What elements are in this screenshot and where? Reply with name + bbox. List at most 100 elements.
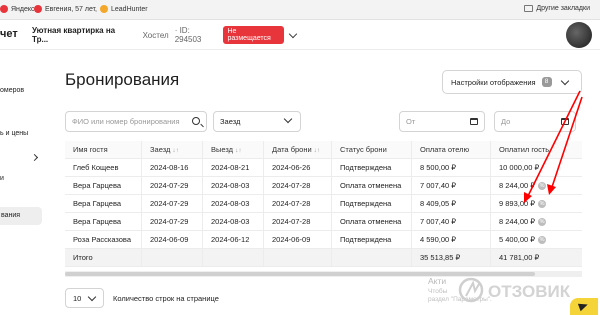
settings-count-badge: 8 (541, 77, 552, 87)
chevron-down-icon (560, 76, 569, 85)
column-header-label: Имя гостя (73, 145, 108, 154)
send-icon (577, 300, 590, 312)
date-type-select[interactable]: Заезд (213, 111, 301, 132)
percent-icon[interactable]: % (538, 182, 547, 191)
sort-icon[interactable]: ↓↑ (314, 147, 321, 154)
chevron-down-icon (88, 292, 97, 301)
column-header-checkin[interactable]: Заезд ↓↑ (142, 141, 203, 159)
bookmark-label: Евгения, 57 лет, (45, 5, 97, 13)
cell-booking-date: 2024-07-28 (264, 195, 332, 213)
date-from-placeholder: От (406, 117, 416, 126)
column-header-label: Заезд (150, 145, 171, 154)
leadhunter-icon (100, 5, 108, 13)
column-header-label: Оплата отелю (420, 145, 470, 154)
bookmark-profile[interactable]: Евгения, 57 лет, (34, 5, 97, 13)
rows-per-page-label: Количество строк на странице (113, 294, 219, 303)
app-header: чет Уютная квартирка на Тр... Хостел · I… (0, 20, 600, 50)
property-type: Хостел (142, 30, 169, 40)
column-header-checkout[interactable]: Выезд ↓↑ (203, 141, 264, 159)
cell-guest-payment: 9 893,00 ₽% (491, 195, 582, 213)
bookmark-leadhunter[interactable]: LeadHunter (100, 5, 148, 13)
otzovik-logo: ОТЗОВИК (458, 277, 571, 303)
calendar-icon[interactable] (470, 118, 478, 125)
column-header-label: Дата брони (272, 145, 312, 154)
cell-hotel-payment: 7 007,40 ₽ (412, 177, 491, 195)
cell-checkin: 2024-06-09 (142, 231, 203, 249)
percent-icon[interactable]: % (538, 236, 547, 245)
cell-hotel-payment: 8 409,05 ₽ (412, 195, 491, 213)
other-bookmarks[interactable]: Другие закладки (524, 5, 590, 12)
date-to-input[interactable]: До (494, 111, 576, 132)
sidebar-item-prices[interactable]: ь и цены (0, 130, 42, 137)
bookmark-label: Яндекс (11, 5, 35, 13)
sort-icon[interactable]: ↓↑ (172, 147, 179, 154)
cell-guest: Вера Гарцева (65, 213, 142, 231)
table-row[interactable]: Вера Гарцева 2024-07-29 2024-08-03 2024-… (65, 195, 582, 213)
cell-status: Подтверждена (332, 195, 412, 213)
cell-checkout: 2024-08-21 (203, 159, 264, 177)
date-type-value: Заезд (220, 117, 241, 126)
cell-checkin: 2024-07-29 (142, 195, 203, 213)
folder-icon (524, 5, 534, 12)
cell-value: 5 400,00 ₽ (499, 235, 536, 244)
table-row[interactable]: Глеб Кощеев 2024-08-16 2024-08-21 2024-0… (65, 159, 582, 177)
sidebar-item-other[interactable]: и (0, 175, 42, 182)
share-button[interactable] (570, 298, 598, 315)
column-header-guest-payment[interactable]: Оплатил гость (491, 141, 582, 159)
calendar-icon[interactable] (561, 118, 569, 125)
page-title: Бронирования (65, 70, 180, 89)
chevron-down-icon (283, 114, 293, 124)
cell-checkin: 2024-07-29 (142, 213, 203, 231)
cell-guest-payment: 10 000,00 ₽ (491, 159, 582, 177)
cell-guest: Вера Гарцева (65, 177, 142, 195)
display-settings-label: Настройки отображения (451, 77, 536, 87)
cell-guest: Глеб Кощеев (65, 159, 142, 177)
search-input[interactable]: ФИО или номер бронирования (65, 111, 207, 132)
column-header-status[interactable]: Статус брони (332, 141, 412, 159)
column-header-label: Статус брони (340, 145, 387, 154)
date-from-input[interactable]: От (399, 111, 485, 132)
cell-status: Подтверждена (332, 159, 412, 177)
chevron-down-icon (288, 29, 298, 38)
table-row[interactable]: Вера Гарцева 2024-07-29 2024-08-03 2024-… (65, 213, 582, 231)
cell-status: Оплата отменена (332, 213, 412, 231)
sidebar-item-rooms[interactable]: омеров (0, 87, 42, 94)
total-hotel-payment: 35 513,85 ₽ (412, 249, 491, 267)
column-header-hotel-payment[interactable]: Оплата отелю (412, 141, 491, 159)
table-row[interactable]: Вера Гарцева 2024-07-29 2024-08-03 2024-… (65, 177, 582, 195)
total-empty (203, 249, 264, 267)
total-label: Итого (65, 249, 142, 267)
cell-hotel-payment: 8 500,00 ₽ (412, 159, 491, 177)
cell-value: 9 893,00 ₽ (499, 199, 536, 208)
percent-icon[interactable]: % (538, 200, 547, 209)
percent-icon[interactable]: % (538, 218, 547, 227)
bookmarks-bar: Яндекс Евгения, 57 лет, LeadHunter Други… (0, 0, 600, 20)
search-icon[interactable] (192, 117, 200, 125)
total-empty (332, 249, 412, 267)
cell-hotel-payment: 7 007,40 ₽ (412, 213, 491, 231)
sort-icon[interactable]: ↓↑ (235, 147, 242, 154)
status-badge: Не размещается (223, 26, 285, 44)
rows-per-page-select[interactable]: 10 (65, 288, 104, 308)
table-total-row: Итого 35 513,85 ₽ 41 781,00 ₽ (65, 249, 582, 267)
cell-checkin: 2024-08-16 (142, 159, 203, 177)
avatar[interactable] (566, 22, 592, 48)
rows-per-page-value: 10 (73, 293, 82, 303)
cell-checkout: 2024-08-03 (203, 177, 264, 195)
bookmark-yandex[interactable]: Яндекс (0, 5, 35, 13)
search-placeholder: ФИО или номер бронирования (72, 117, 180, 126)
property-selector[interactable]: Уютная квартирка на Тр... Хостел · ID: 2… (26, 23, 298, 47)
cell-booking-date: 2024-07-28 (264, 213, 332, 231)
table-header-row: Имя гостя Заезд ↓↑ Выезд ↓↑ Дата брони ↓↑ С… (65, 141, 582, 159)
cell-guest-payment: 5 400,00 ₽% (491, 231, 582, 249)
table-row[interactable]: Роза Рассказова 2024-06-09 2024-06-12 20… (65, 231, 582, 249)
column-header-guest[interactable]: Имя гостя (65, 141, 142, 159)
total-empty (142, 249, 203, 267)
display-settings-button[interactable]: Настройки отображения 8 (442, 70, 582, 94)
column-header-label: Выезд (211, 145, 234, 154)
cell-guest: Вера Гарцева (65, 195, 142, 213)
sidebar-item-bookings[interactable]: вания (0, 207, 42, 225)
column-header-label: Оплатил гость (499, 145, 550, 154)
column-header-booking-date[interactable]: Дата брони ↓↑ (264, 141, 332, 159)
other-bookmarks-label: Другие закладки (536, 5, 590, 12)
